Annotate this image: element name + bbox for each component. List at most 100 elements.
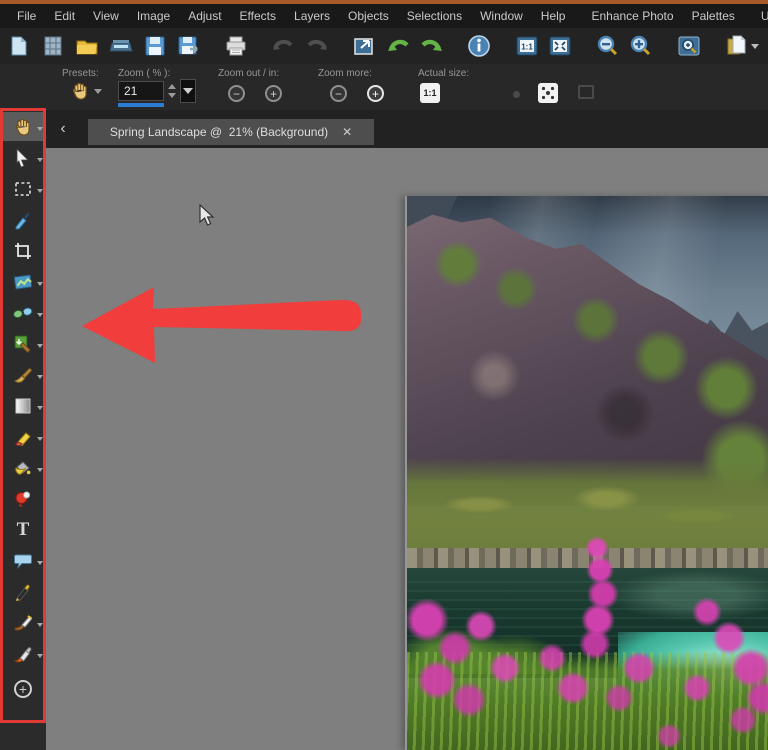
tool-paint-brush[interactable] xyxy=(0,360,46,389)
straighten-photo-icon xyxy=(13,273,33,291)
save-button[interactable] xyxy=(141,32,168,60)
scanner-icon xyxy=(109,35,133,57)
presets-dropdown-arrow[interactable] xyxy=(94,89,102,94)
menu-window[interactable]: Window xyxy=(471,6,532,26)
standard-toolbar: 1:1 xyxy=(0,28,768,64)
flyout-arrow-icon[interactable] xyxy=(37,127,43,131)
spin-down-icon[interactable] xyxy=(168,93,176,98)
open-image-spring-landscape[interactable] xyxy=(405,196,768,750)
document-tab[interactable]: Spring Landscape @ 21% (Background) ✕ xyxy=(88,119,374,145)
tool-flood-fill[interactable] xyxy=(0,453,46,482)
undo-gray-icon xyxy=(271,36,295,56)
tool-dropper[interactable] xyxy=(0,205,46,234)
tool-pan[interactable] xyxy=(0,112,46,141)
zoom-level-bar xyxy=(118,103,164,107)
flyout-arrow-icon[interactable] xyxy=(37,561,43,565)
tab-close-icon[interactable]: ✕ xyxy=(342,125,352,139)
resize-button[interactable] xyxy=(351,32,378,60)
zoom-tool-button[interactable] xyxy=(675,32,702,60)
menu-edit[interactable]: Edit xyxy=(45,6,84,26)
zoom-out-step-button[interactable]: − xyxy=(228,85,245,102)
zoom-in-toolbar-button[interactable] xyxy=(628,32,655,60)
flyout-arrow-icon[interactable] xyxy=(37,437,43,441)
menu-adjust[interactable]: Adjust xyxy=(179,6,230,26)
tool-pen[interactable] xyxy=(0,577,46,606)
actual-size-label: Actual size: xyxy=(418,68,469,79)
tool-straighten[interactable] xyxy=(0,267,46,296)
flyout-arrow-icon[interactable] xyxy=(37,654,43,658)
spin-up-icon[interactable] xyxy=(168,84,176,89)
zoom-more-out-button[interactable]: − xyxy=(330,85,347,102)
import-scan-button[interactable] xyxy=(108,32,135,60)
print-button[interactable] xyxy=(222,32,249,60)
tool-clone[interactable] xyxy=(0,329,46,358)
menu-image[interactable]: Image xyxy=(128,6,179,26)
menu-enhance-photo[interactable]: Enhance Photo xyxy=(582,6,682,26)
zoom-percent-input[interactable]: 21 xyxy=(118,81,164,101)
flyout-arrow-icon[interactable] xyxy=(37,282,43,286)
menu-user-in[interactable]: User In xyxy=(752,6,768,26)
zoom-spinner[interactable] xyxy=(166,81,178,101)
copy-special-button[interactable] xyxy=(723,32,761,60)
flyout-arrow-icon[interactable] xyxy=(37,375,43,379)
tool-warp-brush[interactable] xyxy=(0,608,46,637)
flyout-arrow-icon[interactable] xyxy=(37,189,43,193)
menu-view[interactable]: View xyxy=(84,6,128,26)
image-info-button[interactable] xyxy=(466,32,493,60)
flyout-arrow-icon[interactable] xyxy=(37,344,43,348)
menu-layers[interactable]: Layers xyxy=(285,6,339,26)
actual-size-button[interactable]: 1:1 xyxy=(420,83,440,103)
tool-add[interactable]: + xyxy=(0,674,46,703)
copy-dropdown-arrow[interactable] xyxy=(751,44,759,49)
browse-button[interactable] xyxy=(40,32,67,60)
tool-crop[interactable] xyxy=(0,236,46,265)
clone-stamp-icon xyxy=(13,334,33,354)
svg-text:1:1: 1:1 xyxy=(521,43,533,52)
tab-scroll-left-button[interactable]: ‹ xyxy=(54,118,72,140)
zoom-dropdown-arrow xyxy=(183,88,193,94)
zoom-in-step-button[interactable]: + xyxy=(265,85,282,102)
menu-file[interactable]: File xyxy=(8,6,45,26)
zoom-out-toolbar-button[interactable] xyxy=(594,32,621,60)
fit-arrows-icon xyxy=(541,86,555,100)
tool-preset-shape[interactable] xyxy=(0,546,46,575)
new-image-button[interactable] xyxy=(6,32,33,60)
actual-size-toolbar-button[interactable]: 1:1 xyxy=(513,32,540,60)
zoom-slider-dropdown[interactable] xyxy=(180,79,196,103)
tool-eraser[interactable] xyxy=(0,422,46,451)
flood-fill-bucket-icon xyxy=(13,459,33,477)
tool-red-eye-glasses[interactable] xyxy=(0,298,46,327)
presets-dropdown[interactable] xyxy=(70,81,102,101)
flyout-arrow-icon[interactable] xyxy=(37,158,43,162)
menu-selections[interactable]: Selections xyxy=(398,6,471,26)
zoom-out-icon xyxy=(596,34,620,58)
tool-gradient[interactable] xyxy=(0,391,46,420)
open-button[interactable] xyxy=(74,32,101,60)
tool-selection[interactable] xyxy=(0,174,46,203)
tool-red-eye[interactable] xyxy=(0,484,46,513)
mouse-cursor-icon xyxy=(197,203,217,231)
undo-button[interactable] xyxy=(385,32,412,60)
resize-icon xyxy=(352,35,376,57)
fit-window-toolbar-button[interactable] xyxy=(547,32,574,60)
photo-pink-fireweed-flowers xyxy=(407,196,768,750)
flyout-arrow-icon[interactable] xyxy=(37,406,43,410)
tool-oil-brush[interactable] xyxy=(0,639,46,668)
copy-pages-icon xyxy=(725,34,749,58)
tool-pick[interactable] xyxy=(0,143,46,172)
zoom-more-in-button[interactable]: + xyxy=(367,85,384,102)
hand-preset-icon xyxy=(70,81,90,101)
menu-palettes[interactable]: Palettes xyxy=(683,6,744,26)
menu-objects[interactable]: Objects xyxy=(339,6,398,26)
flyout-arrow-icon[interactable] xyxy=(37,313,43,317)
text-tool-icon: T xyxy=(17,519,30,541)
menu-help[interactable]: Help xyxy=(532,6,575,26)
tool-text[interactable]: T xyxy=(0,515,46,544)
menu-effects[interactable]: Effects xyxy=(231,6,285,26)
fit-image-button[interactable] xyxy=(538,83,558,103)
redo-button[interactable] xyxy=(419,32,446,60)
flyout-arrow-icon[interactable] xyxy=(37,468,43,472)
redo-gray-icon xyxy=(305,36,329,56)
flyout-arrow-icon[interactable] xyxy=(37,623,43,627)
save-as-button[interactable] xyxy=(175,32,202,60)
